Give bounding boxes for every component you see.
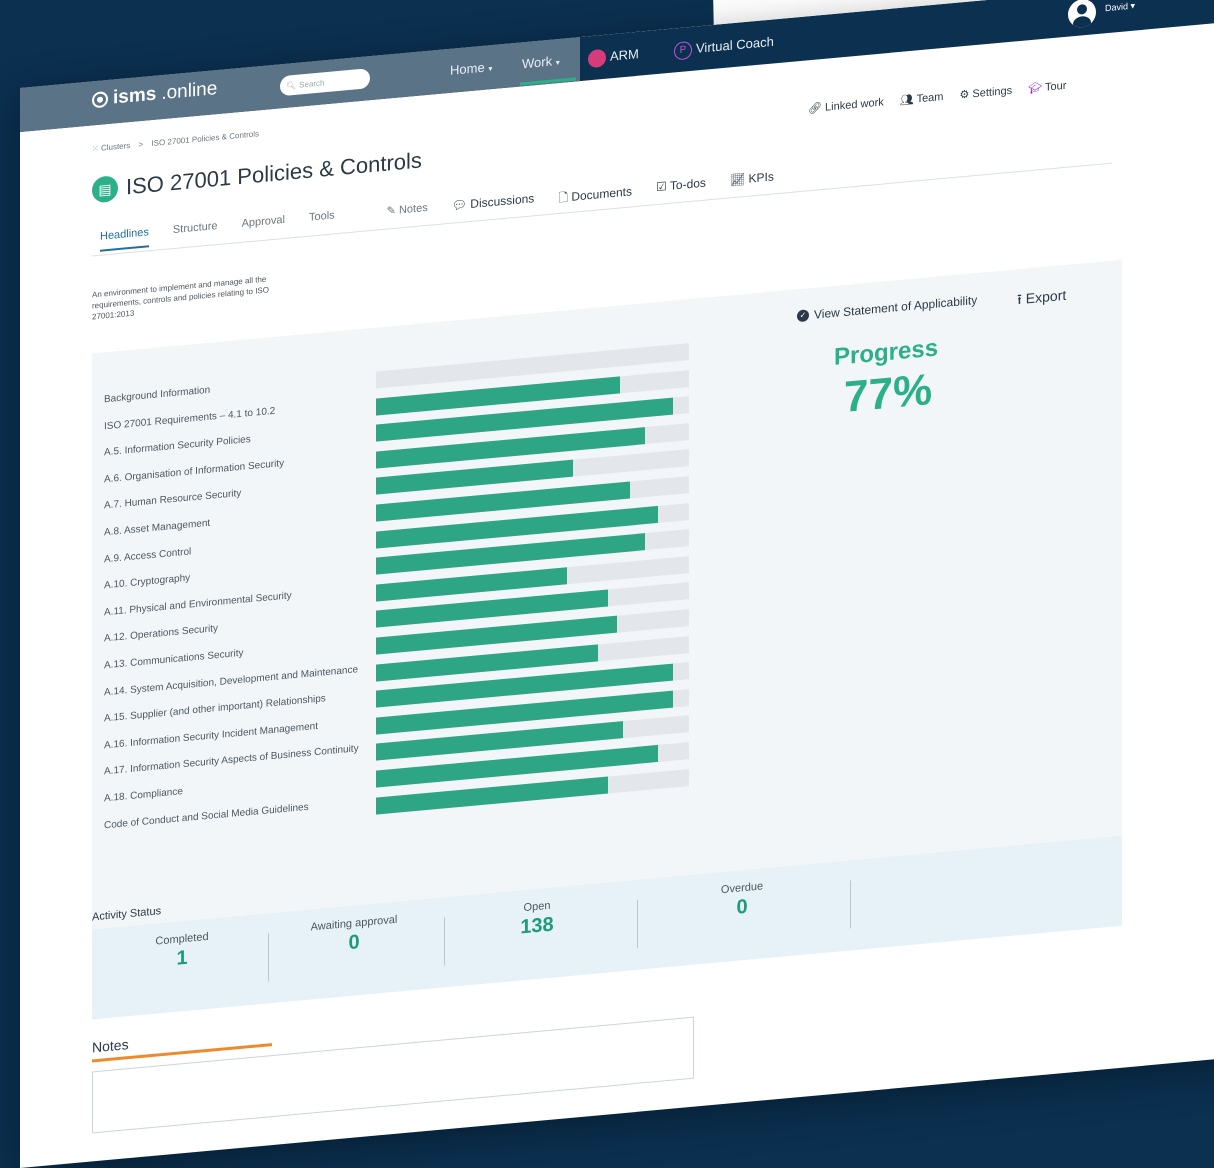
tab-documents[interactable]: 🗋︎ Documents — [558, 182, 632, 210]
bar-label: A.8. Asset Management — [104, 517, 211, 539]
bar-label: A.16. Information Security Incident Mana… — [104, 720, 319, 752]
chart-icon: 📈︎ — [729, 172, 746, 188]
logo-icon — [92, 90, 108, 109]
bar-label: A.5. Information Security Policies — [104, 434, 251, 459]
tab-todos-label: To-dos — [669, 175, 706, 193]
arm-icon — [588, 48, 606, 69]
bar-label: A.11. Physical and Environmental Securit… — [104, 590, 292, 619]
nav-arm[interactable]: ARM — [588, 46, 639, 69]
notes-input[interactable] — [92, 1016, 694, 1134]
link-icon: 🔗︎ — [808, 102, 822, 116]
check-circle-icon: ✓ — [797, 309, 809, 323]
discussions-icon: 💬︎ — [451, 197, 467, 213]
bar-label: A.7. Human Resource Security — [104, 487, 242, 512]
search-icon: 🔍︎ — [286, 80, 297, 91]
stat-divider — [444, 917, 445, 966]
stat-completed[interactable]: Completed 1 — [92, 925, 272, 978]
logo-text-bold: isms — [113, 83, 157, 109]
virtual-coach-icon: P — [674, 40, 692, 61]
tab-notes-label: Notes — [398, 201, 428, 217]
breadcrumb: ⁙ Clusters > ISO 27001 Policies & Contro… — [92, 129, 259, 153]
nav-virtual-coach[interactable]: P Virtual Coach — [674, 33, 774, 61]
stat-overdue[interactable]: Overdue 0 — [652, 874, 832, 927]
avatar[interactable] — [1068, 0, 1096, 29]
bar-label: A.17. Information Security Aspects of Bu… — [104, 743, 359, 778]
notes-title: Notes — [92, 1036, 129, 1056]
tab-approval[interactable]: Approval — [242, 214, 285, 239]
bar-label: A.15. Supplier (and other important) Rel… — [104, 693, 326, 725]
bar-label: A.6. Organisation of Information Securit… — [104, 457, 285, 486]
bar-label: A.12. Operations Security — [104, 622, 218, 645]
tab-structure[interactable]: Structure — [173, 220, 218, 245]
bar-label: A.18. Compliance — [104, 786, 183, 805]
view-soa-label: View Statement of Applicability — [814, 292, 978, 322]
upload-icon: ⭱ — [1017, 290, 1022, 308]
stat-divider — [637, 899, 638, 948]
nav-work-label: Work — [522, 53, 553, 72]
linked-work-label: Linked work — [825, 96, 884, 114]
tab-todos[interactable]: ☑ To-dos — [656, 176, 706, 202]
tab-notes[interactable]: ✎ Notes — [387, 201, 428, 226]
page-title: ISO 27001 Policies & Controls — [126, 147, 422, 200]
tab-headlines[interactable]: Headlines — [100, 226, 149, 252]
tab-documents-label: Documents — [571, 184, 633, 204]
chevron-down-icon: ▾ — [1130, 0, 1136, 11]
user-menu[interactable]: David ▾ — [1105, 1, 1135, 15]
tab-kpis-label: KPIs — [748, 169, 774, 186]
graduation-cap-icon: 🎓︎ — [1028, 81, 1043, 96]
team-button[interactable]: 👥︎ Team — [900, 90, 944, 107]
document-icon: 🗋︎ — [558, 190, 568, 206]
bar-label: A.13. Communications Security — [104, 647, 244, 672]
map-icon: ▤ — [92, 175, 118, 204]
bar-label: A.10. Cryptography — [104, 572, 191, 592]
nav-arm-label: ARM — [610, 46, 639, 64]
linked-work-button[interactable]: 🔗︎ Linked work — [808, 95, 884, 115]
page-header: ▤ ISO 27001 Policies & Controls — [92, 147, 422, 204]
progress-value: 77% — [844, 364, 933, 423]
tour-button[interactable]: 🎓︎ Tour — [1028, 79, 1066, 95]
tab-tools[interactable]: Tools — [309, 209, 335, 232]
search-placeholder: Search — [299, 77, 325, 90]
nav-virtual-coach-label: Virtual Coach — [696, 33, 774, 56]
team-icon: 👥︎ — [899, 93, 914, 107]
stat-open[interactable]: Open 138 — [447, 893, 627, 946]
chevron-down-icon: ▾ — [555, 57, 560, 68]
top-nav-bar: isms .online 🔍︎ Search Home ▾ Work ▾ ARM … — [20, 0, 1214, 133]
tab-kpis[interactable]: 📈︎ KPIs — [730, 169, 774, 194]
bar-label: Code of Conduct and Social Media Guideli… — [104, 801, 309, 832]
gear-icon: ⚙ — [959, 88, 970, 102]
stat-awaiting-approval[interactable]: Awaiting approval 0 — [264, 909, 444, 962]
view-soa-button[interactable]: ✓ View Statement of Applicability — [797, 293, 977, 323]
bar-label: A.9. Access Control — [104, 546, 192, 566]
team-label: Team — [916, 90, 944, 106]
tour-label: Tour — [1044, 79, 1067, 94]
settings-button[interactable]: ⚙ Settings — [959, 84, 1012, 102]
nav-home-label: Home — [450, 59, 485, 78]
bar-label: Background Information — [104, 384, 211, 406]
bar-label: ISO 27001 Requirements – 4.1 to 10.2 — [104, 405, 276, 433]
export-label: Export — [1025, 286, 1067, 307]
header-actions: 🔗︎ Linked work 👥︎ Team ⚙ Settings 🎓︎ Tou… — [808, 79, 1066, 116]
clusters-icon: ⁙ — [92, 143, 99, 154]
stat-divider — [850, 880, 851, 929]
checklist-icon: ☑ — [656, 179, 667, 195]
page-description: An environment to implement and manage a… — [92, 274, 269, 322]
settings-label: Settings — [972, 84, 1013, 101]
breadcrumb-root[interactable]: Clusters — [101, 141, 130, 153]
notes-icon: ✎ — [386, 204, 396, 218]
tab-discussions-label: Discussions — [470, 191, 535, 212]
breadcrumb-separator: > — [138, 139, 144, 150]
breadcrumb-current: ISO 27001 Policies & Controls — [151, 129, 260, 149]
export-button[interactable]: ⭱ Export — [1017, 285, 1066, 313]
user-name: David — [1105, 1, 1129, 14]
chevron-down-icon: ▾ — [488, 64, 493, 74]
app-window: isms .online 🔍︎ Search Home ▾ Work ▾ ARM … — [20, 0, 1214, 1168]
